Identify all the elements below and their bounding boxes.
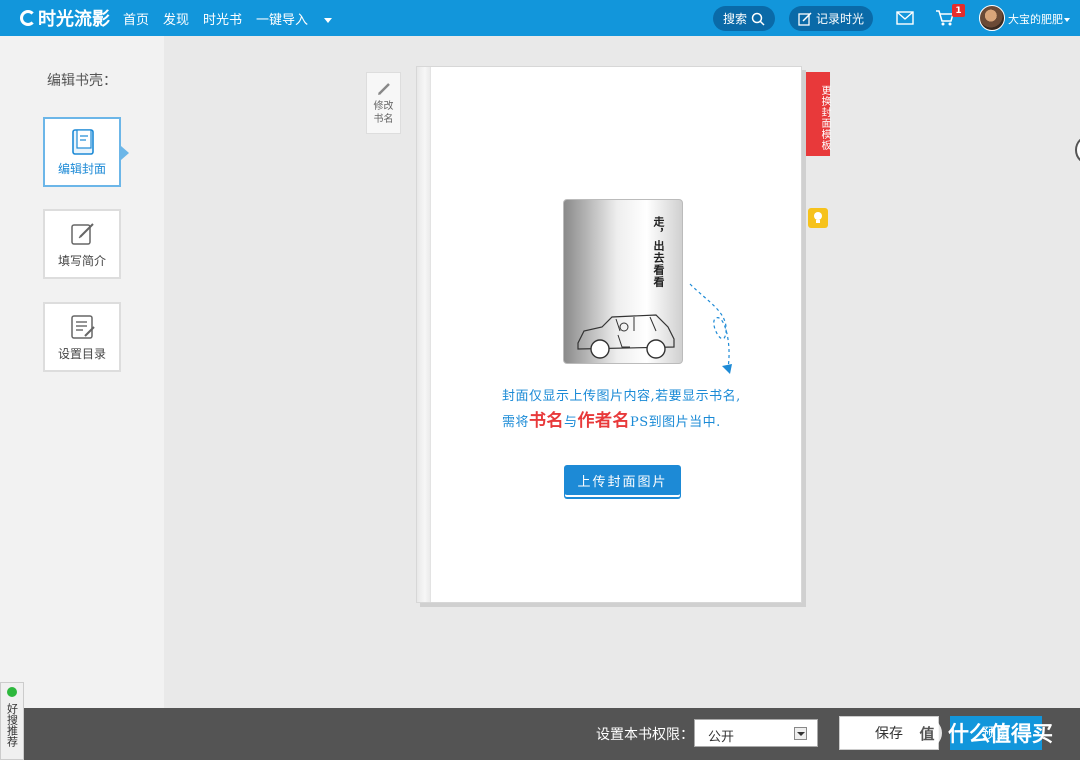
permission-value: 公开 [708, 730, 735, 745]
nav-time-book[interactable]: 时光书 [203, 9, 242, 28]
sidebar-title: 编辑书壳： [47, 73, 117, 89]
logo-text: 时光流影 [38, 9, 110, 30]
mail-icon[interactable] [896, 10, 914, 26]
username-label: 大宝的肥肥 [1008, 13, 1063, 26]
hint-emphasis: 书名 [529, 411, 565, 431]
watermark-logo-icon: 值 [912, 718, 942, 748]
logo-ring-icon [20, 10, 36, 26]
search-button[interactable]: 搜索 [713, 6, 775, 31]
nav-import-label: 一键导入 [256, 12, 309, 28]
sidebar-item-label: 设置目录 [57, 347, 106, 361]
dashed-arrow-decoration [689, 283, 732, 374]
username-menu[interactable]: 大宝的肥肥 [1008, 11, 1070, 27]
hint-text: 需将 [502, 415, 530, 430]
sidebar-item-label: 编辑封面 [57, 162, 106, 176]
edit-name-line2: 书名 [373, 114, 394, 125]
edit-name-line1: 修改 [373, 101, 394, 112]
recommend-float-tab[interactable]: 好搜推荐 [0, 682, 24, 760]
permission-select[interactable]: 公开 [694, 719, 818, 747]
main-nav: 首页 发现 时光书 一键导入 [123, 0, 360, 36]
nav-home[interactable]: 首页 [123, 9, 149, 28]
top-navigation-bar: 时光流影 首页 发现 时光书 一键导入 搜索 记录时光 1 大宝的肥肥 [0, 0, 1080, 36]
edit-icon [798, 11, 812, 26]
book-icon [72, 129, 94, 155]
sidebar-item-set-toc[interactable]: 设置目录 [43, 302, 121, 372]
chevron-down-icon [1064, 18, 1070, 22]
permission-label: 设置本书权限： [596, 727, 694, 743]
cover-hint-line2: 需将书名与作者名PS到图片当中. [502, 406, 782, 431]
hint-emphasis: 作者名 [577, 411, 631, 431]
hint-text: PS到图片当中. [630, 415, 721, 430]
lightbulb-icon[interactable] [808, 208, 828, 228]
avatar[interactable] [979, 5, 1005, 31]
chevron-down-icon [794, 727, 807, 740]
list-edit-icon [71, 315, 95, 339]
edit-icon [71, 223, 94, 245]
sidebar-item-edit-cover[interactable]: 编辑封面 [43, 117, 129, 187]
cover-sample-title: 走，出去看看 [652, 216, 665, 288]
search-icon [751, 12, 765, 26]
hint-text: 与 [564, 415, 578, 430]
sidebar-item-label: 填写简介 [57, 254, 106, 268]
scroll-top-button[interactable] [1075, 135, 1080, 165]
nav-discover[interactable]: 发现 [163, 9, 189, 28]
change-template-tab[interactable]: 更换封面模板 [806, 72, 830, 156]
car-sketch-illustration [577, 314, 675, 359]
edit-book-name-button[interactable]: 修改 书名 [366, 72, 401, 134]
cart-count-badge: 1 [952, 4, 965, 17]
book-spine [417, 67, 431, 602]
sidebar-item-fill-intro[interactable]: 填写简介 [43, 209, 121, 279]
cover-hint-line1: 封面仅显示上传图片内容,若要显示书名, [502, 389, 741, 404]
edit-sidebar: 编辑书壳： 编辑封面 填写简介 设置目录 [0, 36, 164, 708]
record-time-button[interactable]: 记录时光 [789, 6, 873, 31]
record-time-label: 记录时光 [815, 12, 864, 26]
upload-cover-button[interactable]: 上传封面图片 [564, 465, 681, 495]
chevron-down-icon [324, 17, 333, 23]
status-dot-icon [7, 687, 17, 697]
cover-sample-image: 走，出去看看 [563, 199, 683, 364]
search-label: 搜索 [722, 12, 747, 26]
watermark-text: 什么值得买 [948, 722, 1053, 746]
nav-one-click-import[interactable]: 一键导入 [256, 9, 346, 28]
recommend-label: 好搜推荐 [5, 703, 19, 747]
site-logo[interactable]: 时光流影 [20, 5, 110, 31]
watermark: 值 什么值得买 [912, 717, 1053, 749]
pencil-icon [377, 83, 390, 95]
